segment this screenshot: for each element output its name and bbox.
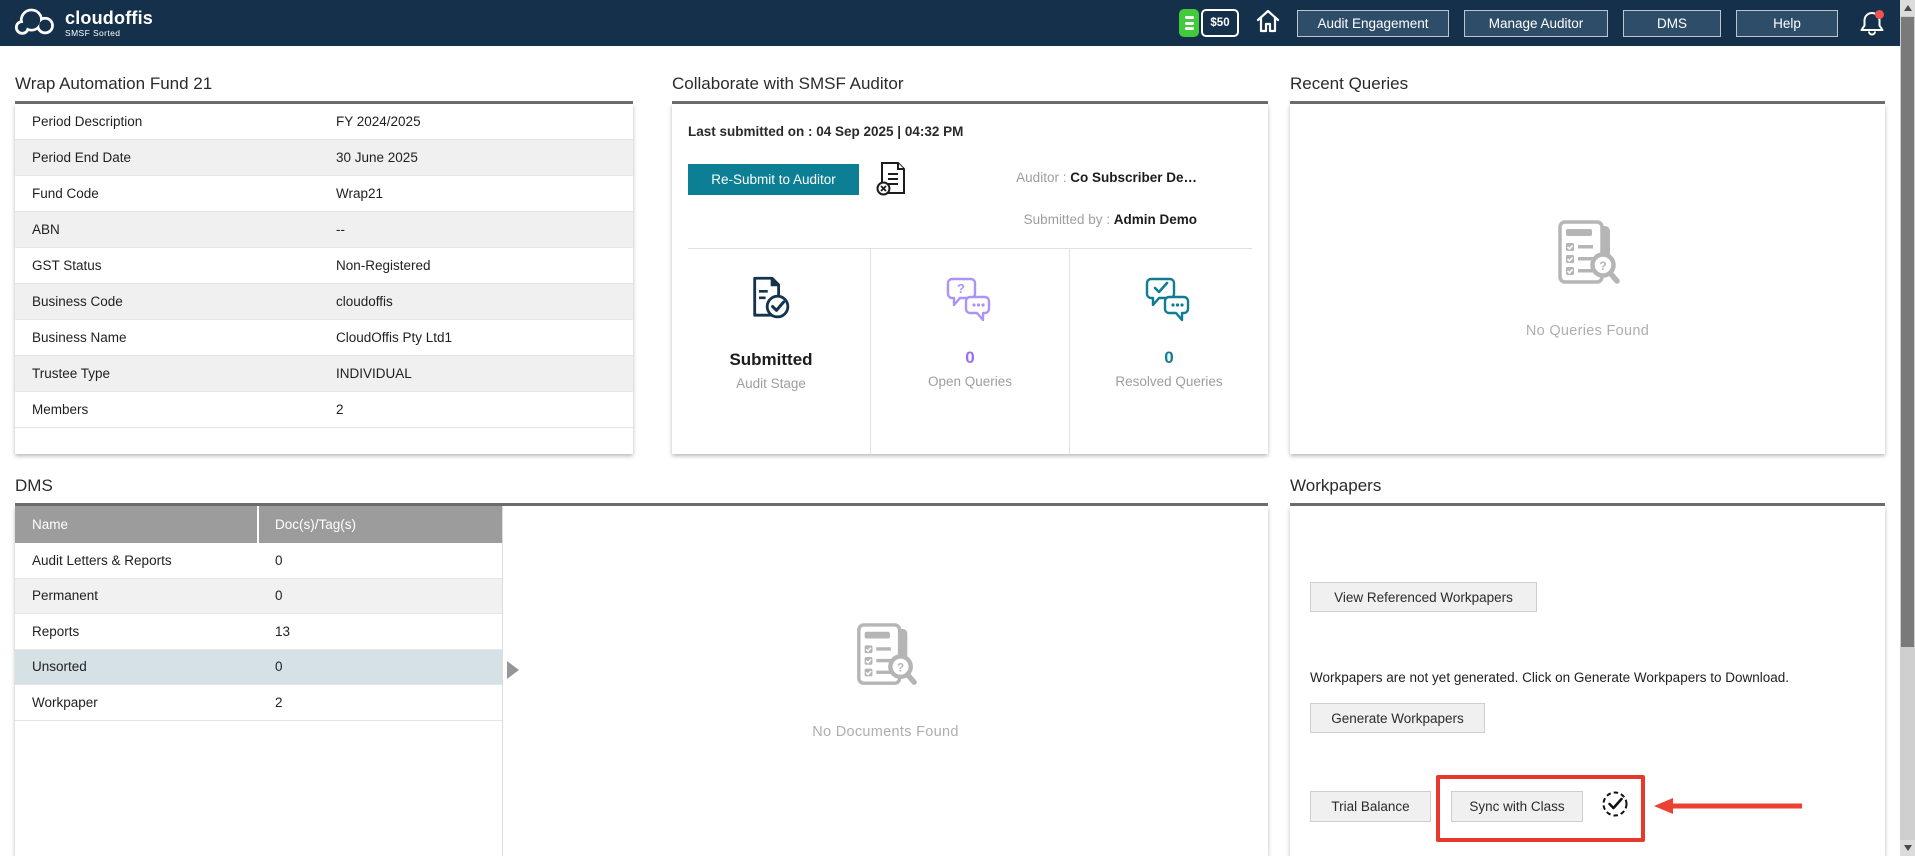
- recent-queries-panel: Recent Queries ? No Que: [1290, 66, 1885, 454]
- fund-details-panel: Wrap Automation Fund 21 Period Descripti…: [15, 66, 633, 454]
- dms-row-audit-letters[interactable]: Audit Letters & Reports0: [15, 543, 502, 579]
- no-queries-checklist-search-icon: ?: [1552, 220, 1624, 293]
- credit-ticket-badge[interactable]: $50: [1179, 9, 1239, 37]
- logo[interactable]: cloudoffis SMSF Sorted: [14, 4, 153, 43]
- generate-workpapers-button[interactable]: Generate Workpapers: [1310, 703, 1485, 733]
- vertical-scrollbar[interactable]: [1900, 0, 1915, 856]
- submitted-by-row: Submitted by : Admin Demo: [1024, 212, 1197, 227]
- nav-help-button[interactable]: Help: [1736, 10, 1838, 37]
- no-queries-text: No Queries Found: [1526, 323, 1649, 339]
- nav-manage-auditor-button[interactable]: Manage Auditor: [1464, 10, 1608, 37]
- fund-row: Trustee TypeINDIVIDUAL: [15, 356, 633, 392]
- cloud-logo-icon: [14, 4, 58, 43]
- svg-text:?: ?: [1599, 259, 1606, 273]
- recent-queries-title: Recent Queries: [1290, 66, 1885, 104]
- workpapers-panel: Workpapers View Referenced Workpapers Wo…: [1290, 468, 1885, 856]
- resubmit-to-auditor-button[interactable]: Re-Submit to Auditor: [688, 164, 859, 195]
- brand-tagline: SMSF Sorted: [65, 29, 153, 38]
- open-queries-stat: ? 0 Open Queries: [870, 249, 1069, 454]
- workpapers-panel-title: Workpapers: [1290, 468, 1885, 506]
- dms-row-unsorted[interactable]: Unsorted0: [15, 650, 502, 686]
- fund-details-table: Period DescriptionFY 2024/2025 Period En…: [15, 104, 633, 454]
- view-referenced-workpapers-button[interactable]: View Referenced Workpapers: [1310, 582, 1537, 612]
- dms-row-permanent[interactable]: Permanent0: [15, 579, 502, 615]
- ticket-icon: [1179, 9, 1199, 37]
- open-queries-chat-icon: ?: [945, 275, 995, 328]
- fund-row: Period DescriptionFY 2024/2025: [15, 104, 633, 140]
- scrollbar-thumb[interactable]: [1901, 17, 1914, 647]
- workpapers-note-text: Workpapers are not yet generated. Click …: [1310, 670, 1789, 685]
- resolved-queries-chat-icon: [1144, 275, 1194, 328]
- fund-row: Business Codecloudoffis: [15, 284, 633, 320]
- submitted-document-check-icon: [746, 275, 796, 330]
- brand-name: cloudoffis: [65, 9, 153, 27]
- home-icon[interactable]: [1254, 7, 1282, 40]
- nav-audit-engagement-button[interactable]: Audit Engagement: [1297, 10, 1449, 37]
- dms-panel-title: DMS: [15, 468, 1268, 506]
- auditor-row: Auditor : Co Subscriber De…: [1016, 170, 1197, 185]
- notifications-bell-icon[interactable]: [1857, 8, 1887, 38]
- fund-row: Period End Date30 June 2025: [15, 140, 633, 176]
- last-submitted-text: Last submitted on : 04 Sep 2025 | 04:32 …: [688, 124, 963, 139]
- dms-panel: DMS Name Doc(s)/Tag(s) Audit Letters & R…: [15, 468, 1268, 856]
- resolved-queries-stat: 0 Resolved Queries: [1069, 249, 1268, 454]
- fund-panel-title: Wrap Automation Fund 21: [15, 66, 633, 104]
- fund-row: ABN--: [15, 212, 633, 248]
- audit-stage-stat: Submitted Audit Stage: [672, 249, 870, 454]
- sync-status-check-icon[interactable]: [1600, 789, 1630, 824]
- sync-with-class-button[interactable]: Sync with Class: [1451, 791, 1583, 822]
- scroll-up-button[interactable]: [1900, 0, 1915, 16]
- scroll-down-button[interactable]: [1900, 840, 1915, 856]
- fund-row: GST StatusNon-Registered: [15, 248, 633, 284]
- dms-folder-table: Name Doc(s)/Tag(s) Audit Letters & Repor…: [15, 506, 503, 856]
- no-documents-text: No Documents Found: [812, 724, 958, 740]
- fund-row: Business NameCloudOffis Pty Ltd1: [15, 320, 633, 356]
- nav-dms-button[interactable]: DMS: [1623, 10, 1721, 37]
- fund-row: Members2: [15, 392, 633, 428]
- export-document-icon[interactable]: [874, 160, 910, 203]
- dms-table-header: Name Doc(s)/Tag(s): [15, 506, 502, 543]
- svg-text:?: ?: [957, 281, 965, 296]
- dms-row-reports[interactable]: Reports13: [15, 614, 502, 650]
- app-header: cloudoffis SMSF Sorted $50 Audit Engagem…: [0, 0, 1915, 46]
- dms-row-workpaper[interactable]: Workpaper2: [15, 685, 502, 721]
- collaborate-panel-title: Collaborate with SMSF Auditor: [672, 66, 1268, 104]
- credit-amount: $50: [1201, 9, 1239, 37]
- no-documents-checklist-search-icon: ?: [851, 623, 921, 694]
- svg-text:?: ?: [897, 661, 904, 674]
- collaborate-panel: Collaborate with SMSF Auditor Last submi…: [672, 66, 1268, 454]
- fund-row: Fund CodeWrap21: [15, 176, 633, 212]
- trial-balance-button[interactable]: Trial Balance: [1310, 791, 1431, 822]
